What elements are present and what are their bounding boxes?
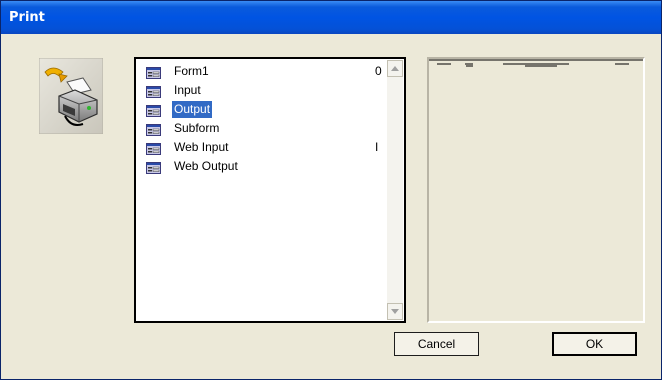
- ok-button[interactable]: OK: [552, 332, 637, 356]
- form-icon: [146, 86, 161, 98]
- cancel-button[interactable]: Cancel: [394, 332, 479, 356]
- print-dialog: Print Form1 0 Input Output Subform Web I…: [0, 0, 662, 380]
- preview-header-strip: [429, 59, 643, 67]
- list-item-form1[interactable]: Form1 0: [137, 63, 387, 82]
- dialog-body: Form1 0 Input Output Subform Web Input I…: [7, 34, 655, 373]
- printer-icon: [38, 57, 104, 135]
- scroll-up-button[interactable]: [387, 60, 403, 77]
- list-item-label: Form1: [174, 64, 209, 78]
- form-list: Form1 0 Input Output Subform Web Input I…: [137, 60, 387, 320]
- list-item-label: Subform: [174, 121, 220, 135]
- list-item-output[interactable]: Output: [137, 100, 387, 120]
- list-item-subform[interactable]: Subform: [137, 120, 387, 139]
- list-item-web-output[interactable]: Web Output: [137, 158, 387, 177]
- list-item-label: Web Output: [174, 159, 238, 173]
- list-item-label: Web Input: [174, 140, 229, 154]
- list-item-value: 0: [375, 64, 382, 78]
- list-scrollbar[interactable]: [387, 60, 403, 320]
- list-item-web-input[interactable]: Web Input I: [137, 139, 387, 158]
- scroll-up-icon: [391, 66, 399, 71]
- list-item-label: Output: [170, 100, 214, 119]
- scroll-down-button[interactable]: [387, 303, 403, 320]
- window-title: Print: [9, 10, 45, 25]
- form-icon: [146, 143, 161, 155]
- list-item-input[interactable]: Input: [137, 82, 387, 101]
- form-icon: [146, 124, 161, 136]
- scroll-down-icon: [391, 309, 399, 314]
- list-item-value: I: [375, 140, 379, 154]
- title-bar[interactable]: Print: [1, 1, 661, 34]
- form-icon: [146, 67, 161, 79]
- form-icon: [146, 162, 161, 174]
- form-icon: [146, 105, 161, 117]
- form-listbox[interactable]: Form1 0 Input Output Subform Web Input I…: [134, 57, 406, 323]
- form-preview: [427, 57, 645, 323]
- list-item-label: Input: [174, 83, 201, 97]
